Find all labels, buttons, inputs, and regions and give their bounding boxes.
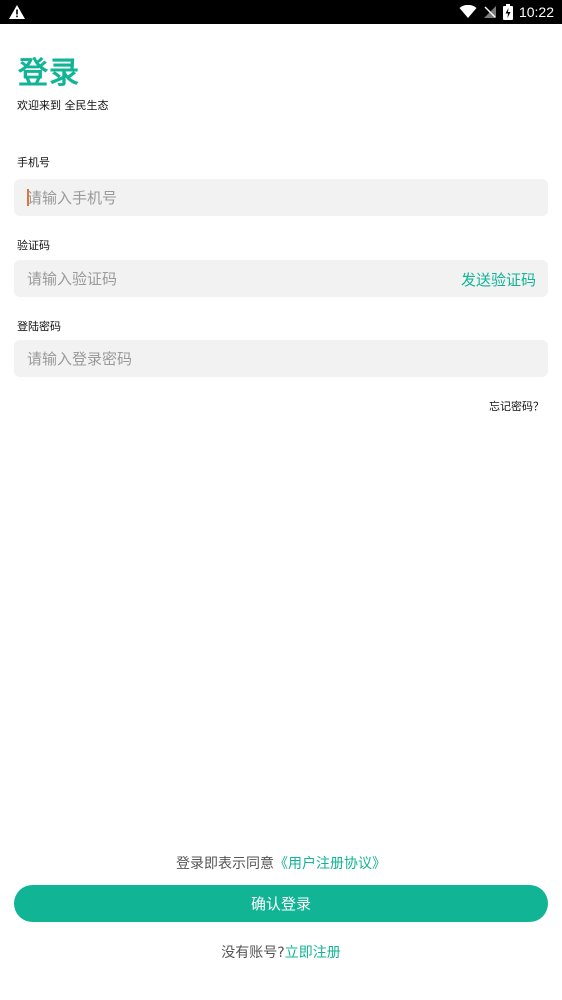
user-agreement-link[interactable]: 《用户注册协议》 bbox=[274, 856, 386, 872]
wifi-icon bbox=[459, 5, 477, 18]
register-row: 没有账号?立即注册 bbox=[0, 942, 562, 962]
register-prefix: 没有账号? bbox=[221, 945, 285, 961]
password-label: 登陆密码 bbox=[17, 320, 61, 333]
text-caret bbox=[27, 189, 29, 206]
phone-input[interactable] bbox=[14, 179, 548, 216]
status-bar: 10:22 bbox=[0, 0, 562, 24]
send-code-button[interactable]: 发送验证码 bbox=[461, 269, 536, 290]
register-link[interactable]: 立即注册 bbox=[285, 945, 341, 961]
password-input[interactable] bbox=[14, 340, 548, 377]
warning-icon bbox=[9, 5, 25, 19]
confirm-login-button[interactable]: 确认登录 bbox=[14, 885, 548, 922]
forgot-password-link[interactable]: 忘记密码？ bbox=[489, 398, 544, 414]
welcome-text: 欢迎来到 全民生态 bbox=[17, 99, 109, 112]
status-icons: 10:22 bbox=[459, 0, 554, 24]
code-input-box[interactable]: 发送验证码 bbox=[14, 260, 548, 297]
agreement-prefix: 登录即表示同意 bbox=[176, 856, 274, 872]
battery-charging-icon bbox=[502, 4, 513, 20]
no-signal-icon bbox=[483, 6, 496, 18]
agreement-row: 登录即表示同意《用户注册协议》 bbox=[0, 853, 562, 873]
password-input-box[interactable] bbox=[14, 340, 548, 377]
page-title: 登录 bbox=[18, 56, 80, 91]
phone-input-box[interactable] bbox=[14, 179, 548, 216]
phone-label: 手机号 bbox=[17, 156, 50, 169]
status-time: 10:22 bbox=[518, 4, 554, 20]
code-label: 验证码 bbox=[17, 239, 50, 252]
